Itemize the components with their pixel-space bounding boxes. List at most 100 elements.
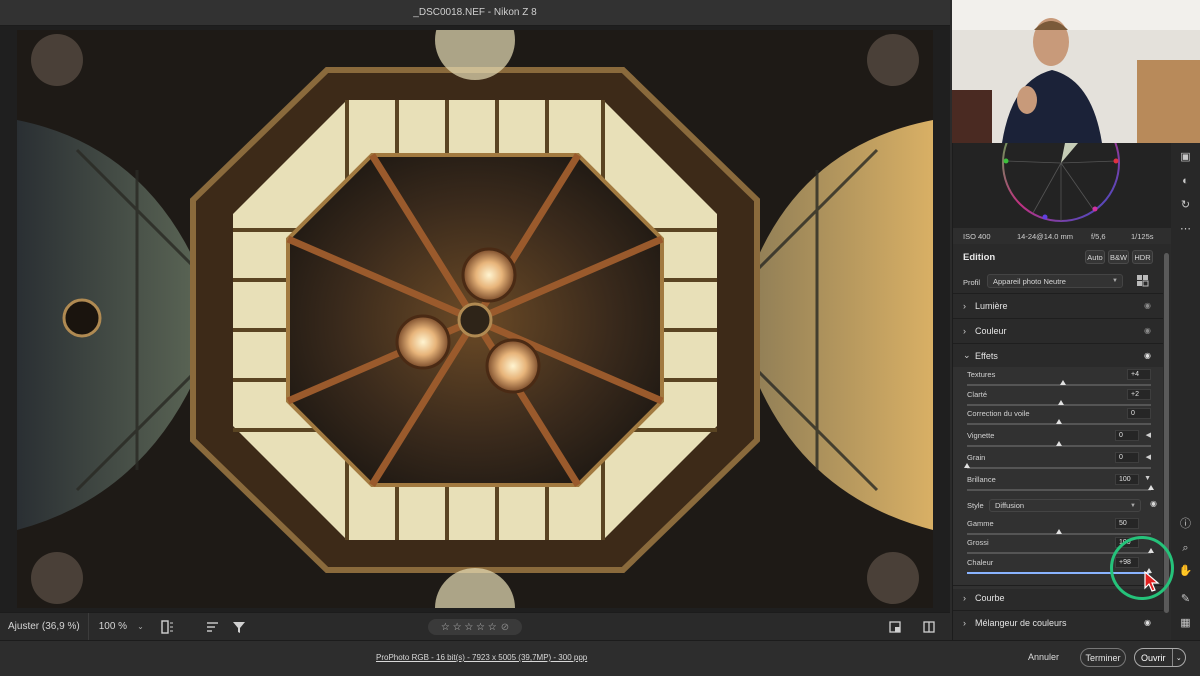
section-effects[interactable]: ⌄ Effets ◉: [953, 343, 1163, 367]
eye-icon[interactable]: ◉: [1144, 618, 1151, 627]
full-screen-icon[interactable]: [882, 613, 908, 641]
sort-icon[interactable]: [200, 613, 226, 641]
edit-tool-icon[interactable]: ▣: [1178, 149, 1193, 164]
color-mask-icon[interactable]: ◐: [1178, 173, 1193, 188]
slider-track[interactable]: [967, 529, 1151, 535]
slider-label: Clarté: [967, 390, 988, 399]
done-button[interactable]: Terminer: [1080, 648, 1126, 667]
open-button[interactable]: Ouvrir ⌄: [1134, 648, 1186, 667]
eye-icon[interactable]: ◉: [1144, 351, 1151, 360]
workflow-options-link[interactable]: ProPhoto RGB - 16 bit(s) - 7923 x 5005 (…: [376, 653, 587, 662]
hdr-button[interactable]: HDR: [1132, 250, 1153, 264]
color-wheel-histogram: [953, 104, 1171, 228]
bottom-toolbar: Ajuster (36,9 %) 100 % ⌄ ☆ ☆ ☆ ☆ ☆ ⊘: [0, 612, 950, 640]
slider-label: Grossi: [967, 538, 989, 547]
slider-track[interactable]: [967, 400, 1151, 406]
section-mixer-label: Mélangeur de couleurs: [975, 617, 1067, 628]
photo-illustration: [17, 30, 933, 608]
zoom-fit-label: Ajuster (36,9 %): [8, 621, 80, 632]
chevron-down-icon[interactable]: ⌄: [1171, 649, 1185, 666]
slider-label: Textures: [967, 370, 996, 379]
hdr-label: HDR: [1134, 252, 1151, 262]
slider-value[interactable]: 0: [1127, 408, 1151, 419]
chevron-right-icon: ›: [963, 325, 966, 336]
slider-track[interactable]: [967, 485, 1154, 491]
auto-button[interactable]: Auto: [1085, 250, 1105, 264]
slider-track[interactable]: [967, 380, 1151, 386]
slider-grain[interactable]: Grain 0 ◀: [964, 452, 1151, 475]
slider-label: Grain: [967, 453, 986, 462]
rating-control[interactable]: ☆ ☆ ☆ ☆ ☆ ⊘: [428, 619, 522, 635]
compare-view-icon[interactable]: [916, 613, 942, 641]
slider-vignette[interactable]: Vignette 0 ◀: [967, 430, 1151, 453]
photo-preview[interactable]: [17, 30, 933, 608]
eye-icon[interactable]: ◉: [1144, 301, 1151, 310]
section-color-mixer[interactable]: › Mélangeur de couleurs ◉: [953, 610, 1163, 634]
chevron-right-icon: ›: [963, 617, 966, 628]
slider-dehaze[interactable]: Correction du voile 0: [967, 408, 1151, 431]
slider-track[interactable]: [967, 441, 1151, 447]
section-light[interactable]: › Lumière ◉: [953, 293, 1163, 317]
image-canvas[interactable]: [0, 26, 950, 612]
mouse-cursor-icon: [1144, 570, 1160, 593]
exif-bar: ISO 400 14-24@14.0 mm f/5,6 1/125s: [953, 228, 1171, 244]
slider-value[interactable]: +4: [1127, 369, 1151, 380]
chevron-down-icon: ▼: [1112, 278, 1118, 284]
grid-icon[interactable]: ▦: [1178, 615, 1193, 630]
reject-icon[interactable]: ⊘: [501, 622, 509, 633]
chevron-down-icon: ▼: [1130, 502, 1136, 509]
slider-value[interactable]: 100: [1115, 474, 1139, 485]
chevron-down-icon: ⌄: [137, 622, 144, 631]
slider-value[interactable]: 0: [1115, 452, 1139, 463]
slider-knob[interactable]: [1057, 400, 1064, 405]
open-label: Ouvrir: [1141, 652, 1166, 663]
zoom-percent-select[interactable]: 100 % ⌄: [89, 613, 150, 640]
slider-knob[interactable]: [1056, 529, 1062, 534]
slider-knob[interactable]: [964, 463, 970, 468]
lens-value: 14-24@14.0 mm: [1017, 231, 1073, 241]
slider-value[interactable]: +2: [1127, 389, 1151, 400]
section-color[interactable]: › Couleur ◉: [953, 318, 1163, 342]
slider-knob[interactable]: [1148, 485, 1154, 490]
rating-stars[interactable]: ☆ ☆ ☆ ☆ ☆: [441, 622, 497, 633]
profile-label: Profil: [963, 277, 981, 287]
slider-value[interactable]: 50: [1115, 518, 1139, 529]
auto-label: Auto: [1087, 252, 1103, 262]
expand-arrow-icon[interactable]: ◀: [1146, 453, 1151, 461]
slider-knob[interactable]: [1056, 441, 1062, 446]
zoom-icon[interactable]: ⌕: [1178, 541, 1193, 556]
aperture-value: f/5,6: [1091, 231, 1106, 241]
filter-icon[interactable]: [226, 613, 252, 641]
style-row: Style Diffusion ▼ ◉: [967, 499, 1157, 513]
profile-row: Profil Appareil photo Neutre ▼: [963, 274, 1163, 290]
profile-value: Appareil photo Neutre: [993, 276, 1066, 286]
info-icon[interactable]: ⓘ: [1178, 515, 1193, 530]
slider-track[interactable]: [964, 463, 1151, 469]
more-icon[interactable]: ⋯: [1178, 221, 1193, 236]
cancel-button[interactable]: Annuler: [1028, 652, 1059, 662]
bw-button[interactable]: B&W: [1108, 250, 1129, 264]
done-label: Terminer: [1085, 652, 1121, 663]
eyedropper-icon[interactable]: ✎: [1178, 591, 1193, 606]
heal-icon[interactable]: ↻: [1178, 197, 1193, 212]
zoom-percent-label: 100 %: [98, 621, 128, 632]
eye-icon[interactable]: ◉: [1144, 326, 1151, 335]
slider-knob[interactable]: [1059, 380, 1066, 385]
filmstrip-toggle-icon[interactable]: [154, 613, 180, 641]
slider-textures[interactable]: Textures +4: [967, 369, 1151, 392]
style-label: Style: [967, 501, 984, 510]
bw-label: B&W: [1109, 252, 1128, 262]
hand-icon[interactable]: ✋: [1178, 563, 1193, 578]
style-select[interactable]: Diffusion ▼: [989, 499, 1141, 512]
zoom-fit-button[interactable]: Ajuster (36,9 %): [0, 613, 89, 640]
slider-value[interactable]: 0: [1115, 430, 1139, 441]
profile-select[interactable]: Appareil photo Neutre ▼: [987, 274, 1123, 288]
slider-brilliance[interactable]: Brillance 100 ▼: [967, 474, 1154, 497]
slider-track[interactable]: [967, 419, 1151, 425]
profile-browser-icon[interactable]: [1137, 275, 1149, 287]
eye-icon[interactable]: ◉: [1150, 499, 1157, 508]
collapse-arrow-icon[interactable]: ▼: [1144, 475, 1151, 482]
expand-arrow-icon[interactable]: ◀: [1146, 431, 1151, 439]
edit-header: Edition Auto B&W HDR: [953, 246, 1163, 268]
slider-knob[interactable]: [1056, 419, 1062, 424]
